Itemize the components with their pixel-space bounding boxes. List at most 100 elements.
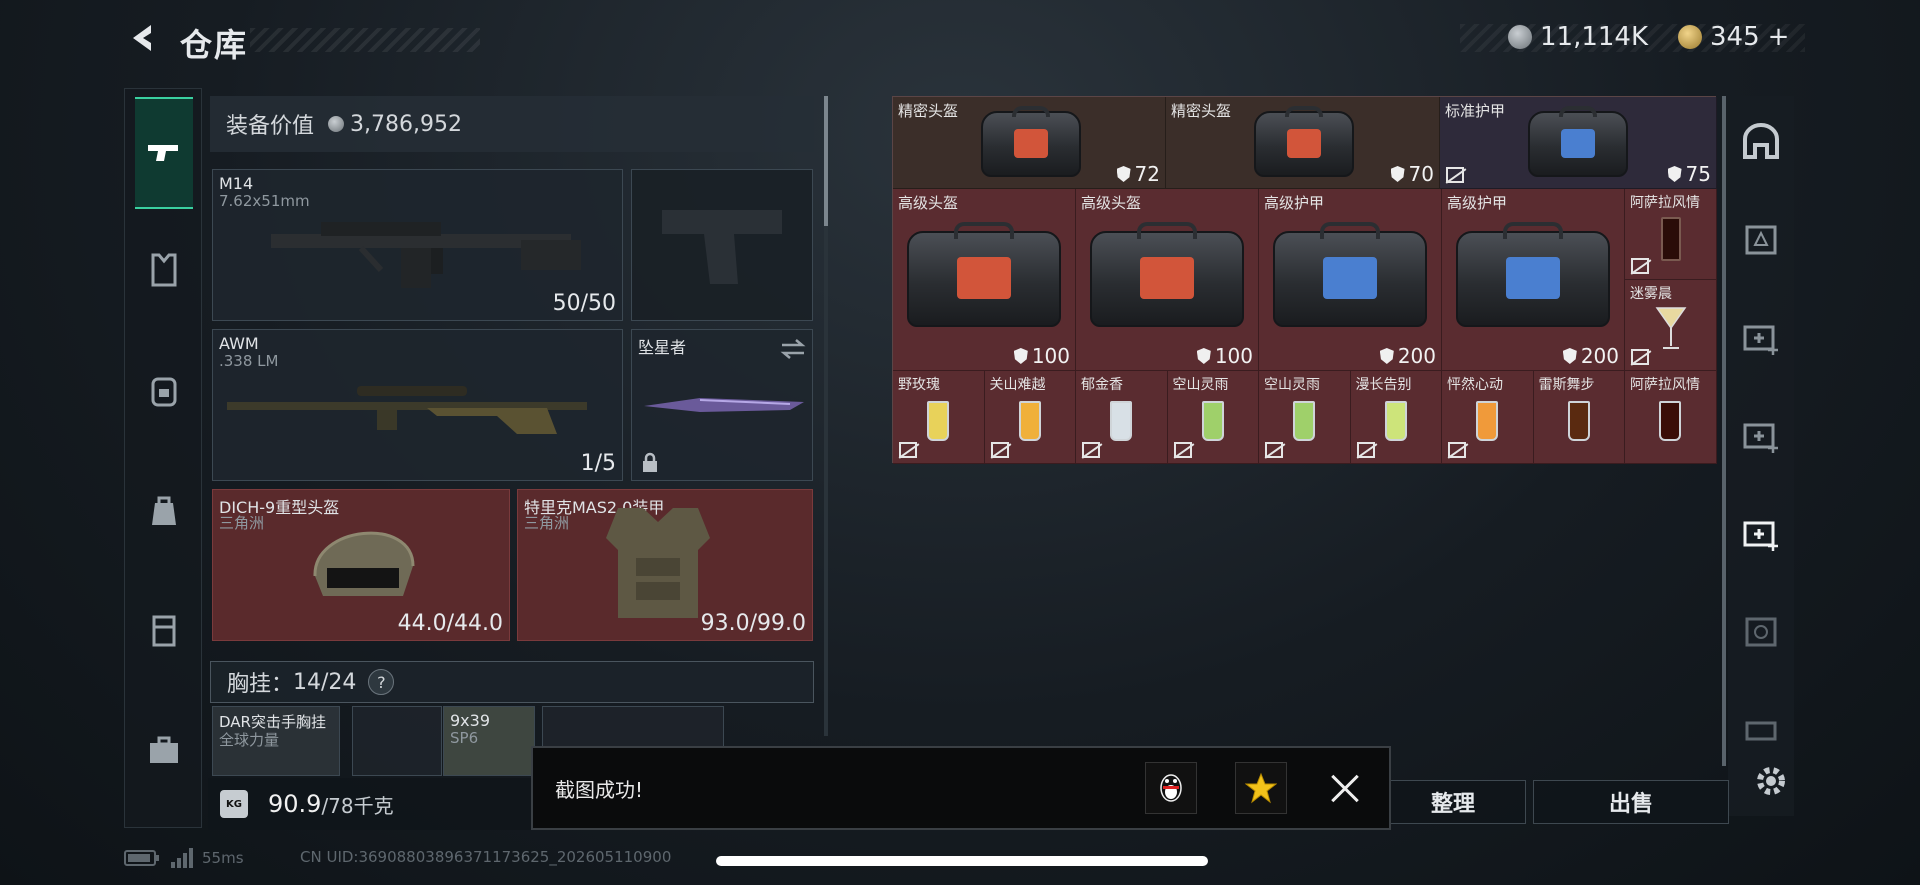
grid-item-drink[interactable]: 郁金香 [1076,371,1168,464]
sort-button[interactable]: 整理 [1380,780,1526,824]
grid-item-armor-bag[interactable]: 标准护甲 75 [1440,97,1717,189]
grid-item-helmet-bag[interactable]: 精密头盔 70 [1166,97,1440,189]
silver-coin-icon [1508,25,1532,49]
tab-storage-overview[interactable] [1738,118,1784,164]
shield-icon [1013,348,1028,364]
secondary-weapon-slot[interactable]: AWM .338 LM 1/5 [212,329,623,481]
home-indicator[interactable] [716,856,1208,866]
equipment-value-label: 装备价值 [226,114,315,139]
shield-icon [1196,348,1211,364]
share-qzone-button[interactable] [1235,762,1287,814]
item-durability: 75 [1685,162,1711,186]
item-label: 高级护甲 [1447,194,1508,212]
user-id: CN UID:36908803896371173625_202605110900 [300,848,672,866]
item-label: 精密头盔 [1171,102,1232,120]
melee-name: 坠星者 [638,338,687,357]
item-label: 标准护甲 [1445,102,1506,120]
tab-storage-3[interactable] [1738,412,1784,458]
tab-storage-4[interactable] [1738,510,1784,556]
storage-box-icon [1745,721,1777,741]
bag-icon [152,496,176,525]
tab-storage-6[interactable] [1738,706,1784,752]
item-durability: 200 [1580,344,1619,368]
sidebar-item-backpack[interactable] [135,361,193,419]
helmet-slot[interactable]: DICH-9重型头盔 三角洲 44.0/44.0 [212,489,510,641]
item-label: 高级头盔 [898,194,959,212]
screenshot-toast: 截图成功! [531,746,1391,830]
grid-item-drink[interactable]: 阿萨拉风情 [1625,371,1717,464]
cocktail-icon [927,401,950,441]
cocktail-icon [1567,401,1590,441]
right-scrollbar[interactable] [1722,96,1726,766]
ammo-item-slot[interactable]: 9x39 SP6 [443,706,535,776]
gold-coin-icon [1678,25,1702,49]
case-icon [150,736,178,763]
grid-item-helmet-bag-large[interactable]: 高级头盔 100 [893,189,1076,371]
item-label: 漫长告别 [1355,377,1412,393]
primary-weapon-slot[interactable]: M14 7.62x51mm 50/50 [212,169,623,321]
add-gold-button[interactable]: + [1768,22,1790,52]
melee-slot[interactable]: 坠星者 [631,329,813,481]
grid-item-helmet-bag[interactable]: 精密头盔 72 [893,97,1166,189]
rig-pocket-slot[interactable] [352,706,442,776]
no-carry-out-icon [990,442,1009,458]
sidebar-item-weapons[interactable] [135,97,193,209]
grid-item-drink[interactable]: 空山灵雨 [1259,371,1351,464]
title-decoration [250,28,480,52]
armor-origin: 三角洲 [524,514,570,532]
armor-slot[interactable]: 特里克MAS2.0装甲 三角洲 93.0/99.0 [517,489,813,641]
pistol-slot[interactable] [631,169,813,321]
gold-currency[interactable]: 345 + [1678,22,1789,52]
tab-storage-1[interactable] [1738,216,1784,262]
awm-rifle-image [227,386,587,434]
grid-item-drink[interactable]: 迷雾晨 [1625,280,1717,371]
secondary-weapon-name: AWM [219,334,259,353]
add-storage-icon [1743,325,1778,355]
helmet-durability: 44.0/44.0 [397,611,503,636]
rig-slot[interactable]: DAR突击手胸挂 全球力量 [212,706,340,776]
storage-tabs-sidebar [1728,96,1794,816]
no-carry-out-icon [899,442,917,458]
weight-capacity: /78千克 [321,793,394,818]
helmet-origin: 三角洲 [219,514,265,532]
item-label: 关山难越 [989,377,1046,393]
grid-item-drink[interactable]: 雷斯舞步 [1533,371,1625,464]
vault-icon [1743,123,1779,159]
tab-storage-2[interactable] [1738,314,1784,360]
share-qq-button[interactable] [1145,762,1197,814]
grid-item-drink[interactable]: 漫长告别 [1350,371,1442,464]
grid-item-helmet-bag-large[interactable]: 高级头盔 100 [1076,189,1259,371]
back-button[interactable] [124,18,164,58]
grid-item-drink[interactable]: 怦然心动 [1442,371,1534,464]
settings-button[interactable] [1752,762,1790,804]
close-toast-button[interactable] [1325,768,1365,808]
grid-item-armor-bag-large[interactable]: 高级护甲 200 [1259,189,1442,371]
item-label: 迷雾晨 [1630,286,1672,302]
sidebar-item-armor[interactable] [135,241,193,299]
item-label: 郁金香 [1081,377,1123,393]
grid-item-drink[interactable]: 阿萨拉风情 [1625,189,1717,280]
chest-rig-label: 胸挂： [227,672,294,697]
sidebar-item-bags[interactable] [135,481,193,539]
martini-glass-icon [1655,307,1686,349]
item-label: 阿萨拉风情 [1630,377,1700,393]
no-carry-out-icon [1631,349,1649,365]
sell-button[interactable]: 出售 [1533,780,1729,824]
tab-storage-5[interactable] [1738,608,1784,654]
swap-icon[interactable] [780,338,806,360]
item-label: 阿萨拉风情 [1630,195,1700,211]
grid-item-drink[interactable]: 关山难越 [984,371,1076,464]
silver-amount: 11,114K [1540,22,1649,52]
sidebar-item-rigs[interactable] [135,601,193,659]
item-label: 精密头盔 [898,102,959,120]
helmet-bag-icon [1090,221,1244,327]
sidebar-item-cases[interactable] [135,721,193,779]
cocktail-icon [1018,401,1041,441]
armor-bag-icon [1456,221,1610,327]
weight-icon: KG [220,790,248,818]
grid-item-drink[interactable]: 野玫瑰 [893,371,985,464]
left-scrollbar-thumb[interactable] [824,96,828,226]
grid-item-armor-bag-large[interactable]: 高级护甲 200 [1442,189,1625,371]
grid-item-drink[interactable]: 空山灵雨 [1167,371,1259,464]
help-icon[interactable]: ? [368,669,395,695]
